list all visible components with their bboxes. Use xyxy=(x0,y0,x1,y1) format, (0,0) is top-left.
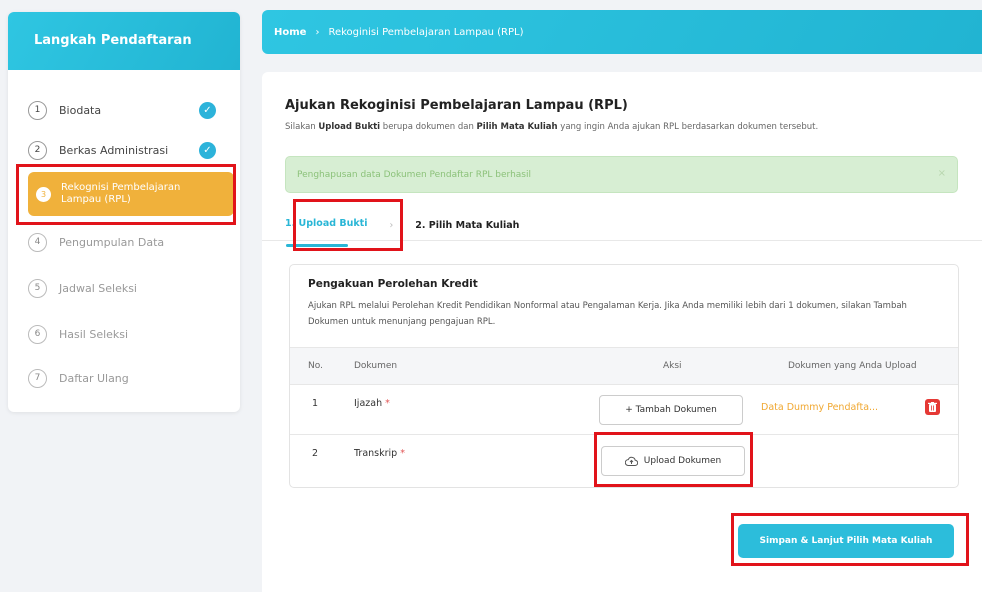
success-alert: Penghapusan data Dokumen Pendaftar RPL b… xyxy=(285,156,958,193)
step-number: 4 xyxy=(28,232,47,252)
close-icon[interactable]: × xyxy=(938,168,946,179)
highlight-box xyxy=(731,513,969,566)
subtitle-text: yang ingin Anda ajukan RPL berdasarkan d… xyxy=(557,122,819,132)
step-label: Biodata xyxy=(59,103,102,117)
document-name: Transkrip xyxy=(354,448,398,459)
row-document: Transkrip * xyxy=(354,448,405,459)
step-number: 1 xyxy=(28,100,47,120)
step-jadwal-seleksi[interactable]: 5 Jadwal Seleksi xyxy=(28,268,234,308)
breadcrumb-current: Rekoginisi Pembelajaran Lampau (RPL) xyxy=(328,26,524,38)
add-document-button[interactable]: + Tambah Dokumen xyxy=(599,395,743,425)
trash-icon[interactable] xyxy=(925,399,940,415)
required-marker: * xyxy=(400,448,405,459)
step-label: Pengumpulan Data xyxy=(59,235,165,249)
row-number: 2 xyxy=(312,448,319,459)
column-header: Aksi xyxy=(663,361,682,371)
column-header: Dokumen xyxy=(354,361,398,371)
subtitle-text: berupa dokumen dan xyxy=(380,122,477,132)
breadcrumb: Home › Rekoginisi Pembelajaran Lampau (R… xyxy=(262,10,982,54)
step-number: 2 xyxy=(28,140,47,160)
subtitle-bold-upload: Upload Bukti xyxy=(318,122,381,132)
step-biodata[interactable]: 1 Biodata ✓ xyxy=(28,90,234,130)
card-description: Ajukan RPL melalui Perolehan Kredit Pend… xyxy=(308,301,907,327)
column-header: No. xyxy=(308,361,323,371)
row-number: 1 xyxy=(312,398,319,409)
step-hasil-seleksi[interactable]: 6 Hasil Seleksi xyxy=(28,314,234,354)
table-header: No. Dokumen Aksi Dokumen yang Anda Uploa… xyxy=(290,347,958,385)
alert-message: Penghapusan data Dokumen Pendaftar RPL b… xyxy=(297,169,531,180)
highlight-box xyxy=(594,432,753,487)
page-title: Ajukan Rekoginisi Pembelajaran Lampau (R… xyxy=(285,98,628,113)
step-pengumpulan-data[interactable]: 4 Pengumpulan Data xyxy=(28,222,234,262)
step-label: Berkas Administrasi xyxy=(59,143,169,157)
sidebar-title: Langkah Pendaftaran xyxy=(8,12,240,70)
page-subtitle: Silakan Upload Bukti berupa dokumen dan … xyxy=(285,122,818,132)
step-label: Daftar Ulang xyxy=(59,371,129,385)
table-row: 1 Ijazah * + Tambah Dokumen Data Dummy P… xyxy=(290,385,958,435)
check-icon: ✓ xyxy=(199,141,216,159)
highlight-box xyxy=(16,164,236,225)
subtitle-text: Silakan xyxy=(285,122,319,132)
check-icon: ✓ xyxy=(199,101,216,119)
card-title: Pengakuan Perolehan Kredit xyxy=(308,278,478,290)
column-header: Dokumen yang Anda Upload xyxy=(788,361,917,371)
highlight-box xyxy=(293,199,403,251)
step-label: Jadwal Seleksi xyxy=(59,281,137,295)
row-document: Ijazah * xyxy=(354,398,390,409)
uploaded-file-link[interactable]: Data Dummy Pendafta... xyxy=(761,402,878,413)
tab-pilih-mata-kuliah[interactable]: 2. Pilih Mata Kuliah xyxy=(415,220,519,231)
step-number: 7 xyxy=(28,368,47,388)
step-label: Hasil Seleksi xyxy=(59,327,129,341)
breadcrumb-home[interactable]: Home xyxy=(274,27,306,38)
step-number: 5 xyxy=(28,278,47,298)
subtitle-bold-pilih: Pilih Mata Kuliah xyxy=(476,122,558,132)
document-name: Ijazah xyxy=(354,398,383,409)
step-daftar-ulang[interactable]: 7 Daftar Ulang xyxy=(28,358,234,398)
chevron-right-icon: › xyxy=(315,26,320,38)
required-marker: * xyxy=(385,398,390,409)
step-number: 6 xyxy=(28,324,47,344)
